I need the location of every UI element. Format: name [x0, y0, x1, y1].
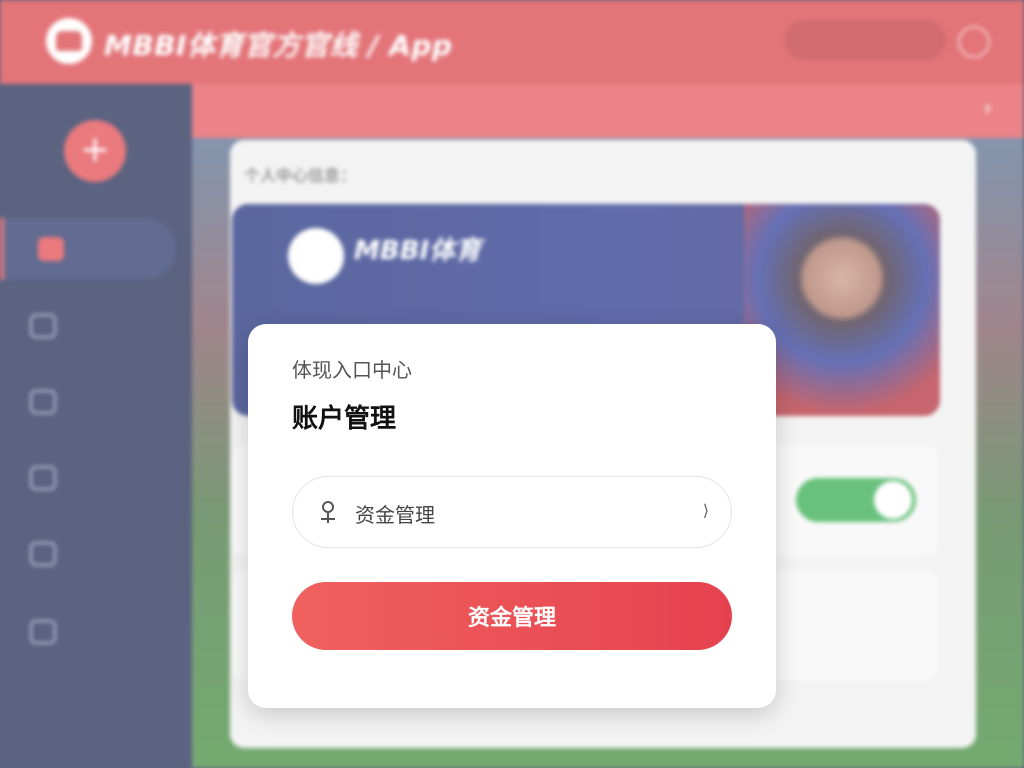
chevron-down-icon: ⟩ — [702, 501, 709, 520]
user-icon — [317, 501, 339, 525]
select-value: 资金管理 — [355, 503, 435, 527]
account-modal: 体现入口中心 账户管理 资金管理 ⟩ 资金管理 — [248, 324, 776, 708]
fund-select[interactable]: 资金管理 ⟩ — [292, 476, 732, 548]
modal-title: 账户管理 — [292, 404, 397, 434]
modal-subtitle: 体现入口中心 — [292, 358, 412, 382]
submit-button[interactable]: 资金管理 — [292, 582, 732, 650]
